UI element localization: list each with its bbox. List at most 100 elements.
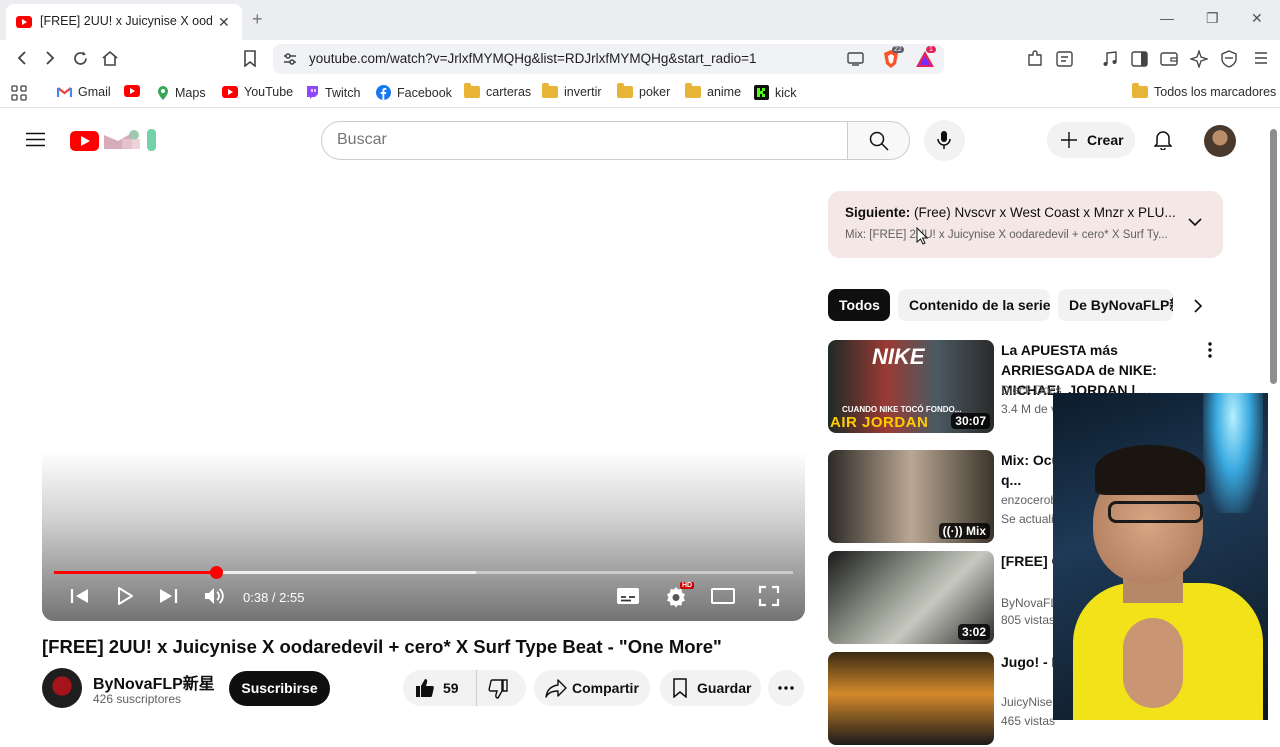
wallet-icon[interactable] (1160, 51, 1178, 67)
extensions-icon[interactable] (1026, 50, 1044, 68)
home-icon[interactable] (101, 50, 119, 67)
chip-todos[interactable]: Todos (828, 289, 890, 321)
bookmark-youtube-icon-only[interactable] (124, 85, 140, 97)
window-close-icon[interactable]: ✕ (1251, 10, 1263, 27)
share-button[interactable]: Compartir (534, 670, 650, 706)
brave-rewards-icon[interactable]: 1 (915, 46, 936, 69)
folder-icon (464, 83, 480, 98)
bookmark-folder-carteras[interactable]: carteras (464, 83, 531, 99)
restore-icon[interactable]: ❐ (1206, 10, 1219, 27)
url-text: youtube.com/watch?v=JrlxfMYMQHg&list=RDJ… (309, 51, 757, 66)
search-input[interactable] (337, 131, 817, 149)
bookmark-folder-invertir[interactable]: invertir (542, 83, 602, 99)
browser-tab[interactable]: [FREE] 2UU! x Juicynise X oodaredevil + … (6, 4, 242, 40)
next-icon[interactable] (157, 585, 179, 607)
chevron-right-icon[interactable] (1193, 299, 1203, 313)
search-box[interactable] (321, 121, 848, 160)
folder-icon (1132, 83, 1148, 98)
tab-close-icon[interactable]: ✕ (218, 14, 230, 31)
thumbnail-brand-text: AIR JORDAN (830, 414, 929, 431)
all-bookmarks-folder[interactable]: Todos los marcadores (1132, 83, 1276, 99)
played-bar (54, 571, 216, 574)
more-vertical-icon[interactable] (1208, 342, 1212, 358)
bookmark-page-icon[interactable] (243, 50, 257, 67)
progress-bar[interactable] (54, 566, 793, 579)
account-avatar[interactable] (1204, 125, 1236, 157)
bookmarks-bar: Gmail Maps YouTube Twitch Facebook carte… (0, 78, 1280, 108)
previous-icon[interactable] (69, 585, 91, 607)
volume-icon[interactable] (203, 585, 225, 607)
chip-channel[interactable]: De ByNovaFLP新星 (1058, 289, 1173, 321)
nike-logo: NIKE (872, 344, 925, 369)
guide-menu-icon[interactable] (26, 132, 45, 147)
music-icon[interactable] (1101, 50, 1119, 68)
radio-waves-icon: ((·)) (942, 524, 966, 538)
search-button[interactable] (847, 121, 910, 160)
save-button[interactable]: Guardar (660, 670, 761, 706)
brave-badge: 22 (892, 46, 904, 53)
bookmark-maps[interactable]: Maps (157, 85, 206, 101)
more-actions-button[interactable] (768, 670, 804, 706)
play-icon[interactable] (114, 585, 136, 607)
reading-list-icon[interactable] (1056, 51, 1073, 67)
video-thumbnail[interactable] (828, 652, 994, 745)
channel-name[interactable]: ByNovaFLP新星 (93, 670, 215, 694)
bookmark-twitch[interactable]: Twitch (305, 85, 360, 100)
subtitles-icon[interactable] (616, 585, 640, 607)
hd-badge: HD (680, 582, 695, 589)
video-thumbnail[interactable]: ((·)) Mix (828, 450, 994, 543)
forward-icon[interactable] (42, 50, 58, 66)
site-settings-icon[interactable] (283, 52, 297, 66)
minimize-icon[interactable]: — (1160, 10, 1174, 26)
main-menu-icon[interactable] (1254, 50, 1268, 66)
bookmark-youtube[interactable]: YouTube (222, 85, 293, 99)
video-thumbnail[interactable]: NIKE CUANDO NIKE TOCÓ FONDO... AIR JORDA… (828, 340, 994, 433)
page-scrollbar[interactable] (1268, 109, 1280, 720)
bookmark-kick[interactable]: kick (754, 85, 797, 100)
time-display: 0:38 / 2:55 (243, 590, 305, 605)
webcam-overlay (1053, 393, 1268, 720)
chevron-down-icon[interactable] (1188, 217, 1202, 227)
like-button[interactable]: 59 (403, 670, 476, 706)
reload-icon[interactable] (72, 50, 89, 67)
video-thumbnail[interactable]: 3:02 (828, 551, 994, 644)
scrubber-handle[interactable] (209, 566, 223, 579)
youtube-icon (222, 86, 238, 98)
settings-gear-icon[interactable]: HD (664, 582, 695, 609)
bookmark-folder-poker[interactable]: poker (617, 83, 670, 99)
fullscreen-icon[interactable] (758, 585, 780, 607)
microphone-icon (937, 130, 951, 150)
gmail-icon (57, 86, 72, 98)
voice-search-button[interactable] (924, 120, 965, 161)
bookmark-facebook[interactable]: Facebook (376, 85, 452, 100)
person-hair (1095, 445, 1205, 495)
back-icon[interactable] (14, 50, 30, 66)
video-player[interactable] (42, 171, 805, 621)
bookmark-folder-anime[interactable]: anime (685, 83, 741, 99)
new-tab-icon[interactable]: + (252, 9, 263, 30)
leo-ai-icon[interactable] (1190, 50, 1208, 68)
vpn-shield-icon[interactable] (1221, 50, 1237, 68)
brave-shields-icon[interactable]: 22 (881, 46, 904, 69)
up-next-panel[interactable]: Siguiente: (Free) Nvscvr x West Coast x … (828, 191, 1223, 258)
bookmark-gmail[interactable]: Gmail (57, 85, 111, 99)
subscribe-button[interactable]: Suscribirse (229, 671, 330, 706)
video-title: [FREE] 2UU! x Juicynise X oodaredevil + … (42, 636, 722, 657)
scrollbar-thumb[interactable] (1270, 129, 1277, 384)
thumbs-down-icon (488, 679, 508, 699)
more-horizontal-icon (778, 686, 794, 690)
address-bar[interactable]: youtube.com/watch?v=JrlxfMYMQHg&list=RDJ… (273, 44, 944, 74)
create-button[interactable]: Crear (1047, 122, 1135, 158)
duration-badge: 3:02 (957, 624, 990, 640)
person-hand (1123, 618, 1183, 708)
sidebar-icon[interactable] (1131, 51, 1148, 67)
apps-grid-icon[interactable] (11, 85, 27, 101)
chip-serie[interactable]: Contenido de la serie (898, 289, 1050, 321)
cast-icon[interactable] (847, 52, 864, 66)
browser-tab-strip: [FREE] 2UU! x Juicynise X oodaredevil + … (0, 0, 1280, 40)
notifications-bell-icon[interactable] (1154, 129, 1172, 150)
channel-avatar[interactable] (42, 668, 82, 708)
youtube-doodle-logo[interactable] (70, 127, 160, 155)
theater-mode-icon[interactable] (710, 585, 736, 607)
dislike-button[interactable] (476, 670, 526, 706)
